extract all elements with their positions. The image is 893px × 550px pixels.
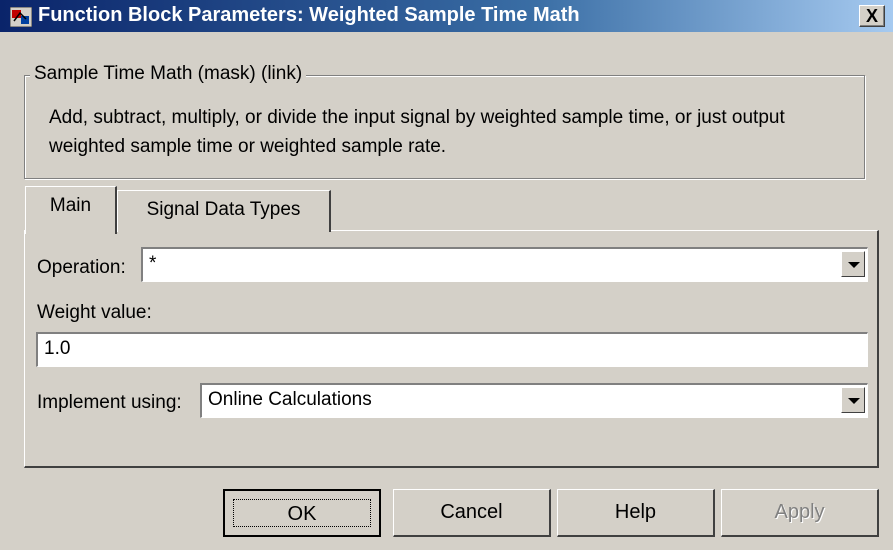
weight-value-label: Weight value:: [37, 302, 152, 323]
weight-value-text: 1.0: [44, 338, 71, 359]
help-button[interactable]: Help: [557, 489, 715, 537]
weight-value-input[interactable]: 1.0: [36, 332, 868, 367]
implement-using-value: Online Calculations: [208, 389, 372, 410]
implement-using-label: Implement using:: [37, 392, 182, 413]
tab-panel-main: Operation: * Weight value: 1.0 Implement…: [24, 230, 879, 468]
close-button[interactable]: X: [859, 5, 885, 27]
help-label: Help: [614, 501, 657, 523]
tab-signal-data-types-label: Signal Data Types: [146, 199, 301, 220]
block-description: Add, subtract, multiply, or divide the i…: [49, 107, 785, 157]
tab-main[interactable]: Main: [25, 186, 117, 234]
apply-label: Apply: [774, 501, 825, 523]
apply-button[interactable]: Apply: [721, 489, 879, 537]
chevron-down-icon[interactable]: [841, 251, 865, 277]
tab-main-label: Main: [49, 195, 92, 216]
implement-using-select[interactable]: Online Calculations: [200, 383, 868, 418]
focus-rectangle: OK: [233, 499, 371, 527]
group-title: Sample Time Math (mask) (link): [30, 63, 307, 85]
ok-button[interactable]: OK: [223, 489, 381, 537]
ok-label: OK: [287, 503, 317, 525]
operation-label: Operation:: [37, 257, 126, 278]
chevron-down-icon[interactable]: [841, 387, 865, 413]
tab-signal-data-types[interactable]: Signal Data Types: [117, 190, 331, 232]
operation-select[interactable]: *: [141, 247, 868, 282]
cancel-button[interactable]: Cancel: [393, 489, 551, 537]
simulink-icon: [9, 6, 33, 28]
close-icon: X: [865, 6, 878, 26]
title-bar[interactable]: Function Block Parameters: Weighted Samp…: [0, 0, 893, 32]
cancel-label: Cancel: [440, 501, 503, 523]
operation-value: *: [149, 253, 157, 274]
window-title: Function Block Parameters: Weighted Samp…: [38, 4, 580, 26]
